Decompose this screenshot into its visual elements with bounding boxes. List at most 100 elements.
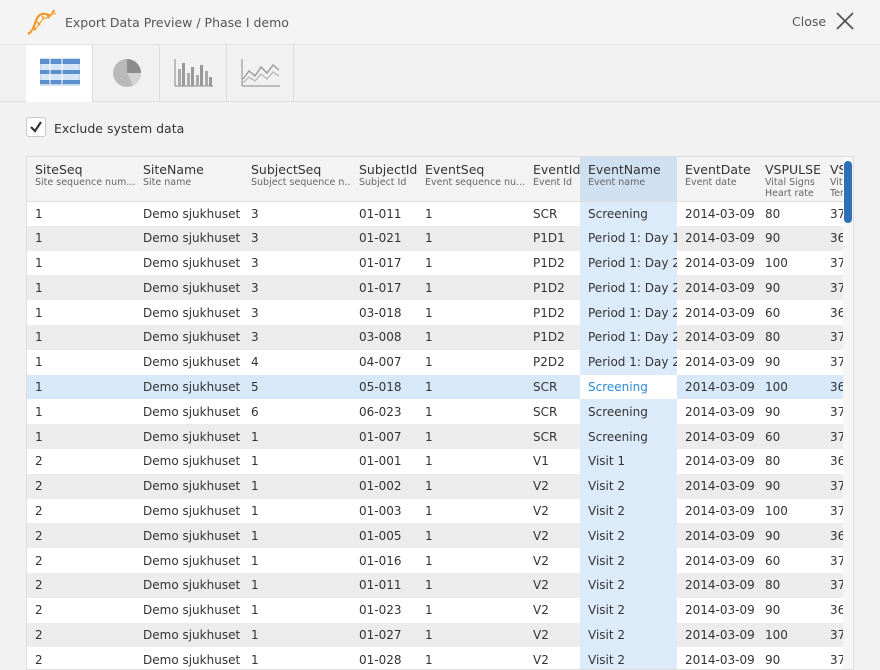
table-row[interactable]: 1 Demo sjukhuset 3 01-017 1 P1D2 Period 1: Day… xyxy=(27,275,843,301)
column-header-description: Event date xyxy=(685,177,737,188)
cell-siteseq: 1 xyxy=(27,424,135,449)
cell-sitename: Demo sjukhuset xyxy=(135,250,243,276)
cell-eventname: Screening xyxy=(580,374,677,400)
table-row[interactable]: 1 Demo sjukhuset 6 06-023 1 SCR Screening 2014-… xyxy=(27,399,843,425)
cell-subjectseq: 3 xyxy=(243,225,351,251)
cell-eventdate: 2014-03-09 xyxy=(677,647,757,669)
cell-eventname: Visit 2 xyxy=(580,572,677,598)
table-row[interactable]: 1 Demo sjukhuset 5 05-018 1 SCR Screening 2014-… xyxy=(27,374,843,400)
cell-subjectid: 01-016 xyxy=(351,548,417,573)
column-header-description: Event Id xyxy=(533,177,573,188)
table-row[interactable]: 2 Demo sjukhuset 1 01-016 1 V2 Visit 2 2014-03-… xyxy=(27,548,843,573)
cell-eventname: Period 1: Day 2 xyxy=(580,324,677,350)
cell-subjectseq: 3 xyxy=(243,201,351,226)
cell-eventdate: 2014-03-09 xyxy=(677,225,757,251)
column-header-vs[interactable]: VSVitaTer xyxy=(822,157,843,202)
column-header-label: SubjectId xyxy=(359,162,417,177)
tab-line-view[interactable] xyxy=(227,45,294,101)
cell-eventid: P1D2 xyxy=(525,275,580,301)
cell-subjectid: 03-018 xyxy=(351,300,417,325)
cell-sitename: Demo sjukhuset xyxy=(135,201,243,226)
cell-siteseq: 1 xyxy=(27,349,135,375)
cell-vs: 37 xyxy=(822,647,843,669)
cell-subjectid: 01-021 xyxy=(351,225,417,251)
cell-sitename: Demo sjukhuset xyxy=(135,349,243,375)
cell-eventname: Screening xyxy=(580,201,677,226)
column-header-label: VS xyxy=(830,162,843,177)
cell-eventdate: 2014-03-09 xyxy=(677,201,757,226)
cell-siteseq: 2 xyxy=(27,572,135,598)
close-button[interactable]: Close xyxy=(792,14,826,29)
cell-subjectid: 01-007 xyxy=(351,424,417,449)
cell-eventseq: 1 xyxy=(417,572,525,598)
cell-vs: 37 xyxy=(822,473,843,499)
cell-eventid: P1D1 xyxy=(525,225,580,251)
table-row[interactable]: 2 Demo sjukhuset 1 01-001 1 V1 Visit 1 2014-03-… xyxy=(27,448,843,474)
tab-table-view[interactable] xyxy=(26,45,93,102)
cell-eventname: Visit 1 xyxy=(580,448,677,474)
column-header-siteseq[interactable]: SiteSeq Site sequence num... xyxy=(27,157,135,202)
cell-eventdate: 2014-03-09 xyxy=(677,548,757,573)
column-header-eventseq[interactable]: EventSeq Event sequence nu... xyxy=(417,157,525,202)
scrollbar-thumb[interactable] xyxy=(844,161,852,223)
column-header-subjectid[interactable]: SubjectId Subject Id xyxy=(351,157,417,202)
table-row[interactable]: 1 Demo sjukhuset 4 04-007 1 P2D2 Period 1: Day… xyxy=(27,349,843,375)
column-header-label: SiteSeq xyxy=(35,162,83,177)
tab-pie-view[interactable] xyxy=(93,45,160,101)
cell-subjectseq: 1 xyxy=(243,647,351,669)
column-header-eventdate[interactable]: EventDate Event date xyxy=(677,157,757,202)
cell-subjectid: 01-011 xyxy=(351,572,417,598)
data-table: SiteSeq Site sequence num... SiteName Site … xyxy=(27,157,843,669)
table-row[interactable]: 1 Demo sjukhuset 3 03-008 1 P1D2 Period 1: Day… xyxy=(27,324,843,350)
table-row[interactable]: 1 Demo sjukhuset 3 01-011 1 SCR Screening 2014-… xyxy=(27,201,843,226)
cell-eventname: Period 1: Day 1 xyxy=(580,225,677,251)
column-header-label: EventName xyxy=(588,162,661,177)
cell-eventname: Visit 2 xyxy=(580,548,677,573)
cell-vs: 37 xyxy=(822,622,843,648)
cell-vspulse: 100 xyxy=(757,622,822,648)
table-row[interactable]: 1 Demo sjukhuset 3 01-017 1 P1D2 Period 1: Day… xyxy=(27,250,843,276)
cell-vspulse: 90 xyxy=(757,597,822,623)
cell-vspulse: 90 xyxy=(757,473,822,499)
column-header-eventid[interactable]: EventId Event Id xyxy=(525,157,580,202)
table-row[interactable]: 2 Demo sjukhuset 1 01-027 1 V2 Visit 2 2014-03-… xyxy=(27,622,843,648)
cell-sitename: Demo sjukhuset xyxy=(135,399,243,425)
cell-eventid: P1D2 xyxy=(525,300,580,325)
cell-eventid: V2 xyxy=(525,473,580,499)
table-row[interactable]: 2 Demo sjukhuset 1 01-028 1 V2 Visit 2 2014-03-… xyxy=(27,647,843,669)
cell-subjectseq: 1 xyxy=(243,572,351,598)
cell-eventdate: 2014-03-09 xyxy=(677,374,757,400)
table-row[interactable]: 1 Demo sjukhuset 3 03-018 1 P1D2 Period 1: Day… xyxy=(27,300,843,325)
tab-bar-view[interactable] xyxy=(160,45,227,101)
table-row[interactable]: 1 Demo sjukhuset 3 01-021 1 P1D1 Period 1: Day… xyxy=(27,225,843,251)
cell-eventid: P1D2 xyxy=(525,324,580,350)
table-row[interactable]: 2 Demo sjukhuset 1 01-023 1 V2 Visit 2 2014-03-… xyxy=(27,597,843,623)
table-row[interactable]: 2 Demo sjukhuset 1 01-005 1 V2 Visit 2 2014-03-… xyxy=(27,523,843,549)
cell-eventdate: 2014-03-09 xyxy=(677,424,757,449)
cell-eventdate: 2014-03-09 xyxy=(677,349,757,375)
column-header-subjectseq[interactable]: SubjectSeq Subject sequence n... xyxy=(243,157,351,202)
column-header-vspulse[interactable]: VSPULSE Vital Signs Heart rate xyxy=(757,157,822,202)
exclude-system-data-checkbox[interactable] xyxy=(26,117,46,137)
vertical-scrollbar[interactable] xyxy=(843,157,853,669)
data-grid: SiteSeq Site sequence num... SiteName Site … xyxy=(26,156,854,670)
column-header-sitename[interactable]: SiteName Site name xyxy=(135,157,243,202)
table-row[interactable]: 2 Demo sjukhuset 1 01-002 1 V2 Visit 2 2014-03-… xyxy=(27,473,843,499)
table-row[interactable]: 1 Demo sjukhuset 1 01-007 1 SCR Screening 2014-… xyxy=(27,424,843,449)
cell-eventid: P2D2 xyxy=(525,349,580,375)
cell-siteseq: 1 xyxy=(27,374,135,400)
cell-subjectid: 04-007 xyxy=(351,349,417,375)
cell-siteseq: 1 xyxy=(27,300,135,325)
cell-vs: 37 xyxy=(822,424,843,449)
column-header-eventname[interactable]: EventName Event name xyxy=(580,157,677,202)
cell-siteseq: 2 xyxy=(27,523,135,549)
table-row[interactable]: 2 Demo sjukhuset 1 01-003 1 V2 Visit 2 2014-03-… xyxy=(27,498,843,524)
table-row[interactable]: 2 Demo sjukhuset 1 01-011 1 V2 Visit 2 2014-03-… xyxy=(27,572,843,598)
cell-siteseq: 2 xyxy=(27,548,135,573)
cell-eventid: V1 xyxy=(525,448,580,474)
cell-vspulse: 60 xyxy=(757,548,822,573)
cell-subjectid: 01-011 xyxy=(351,201,417,226)
cell-siteseq: 2 xyxy=(27,498,135,524)
cell-eventseq: 1 xyxy=(417,523,525,549)
close-icon[interactable] xyxy=(834,10,856,32)
